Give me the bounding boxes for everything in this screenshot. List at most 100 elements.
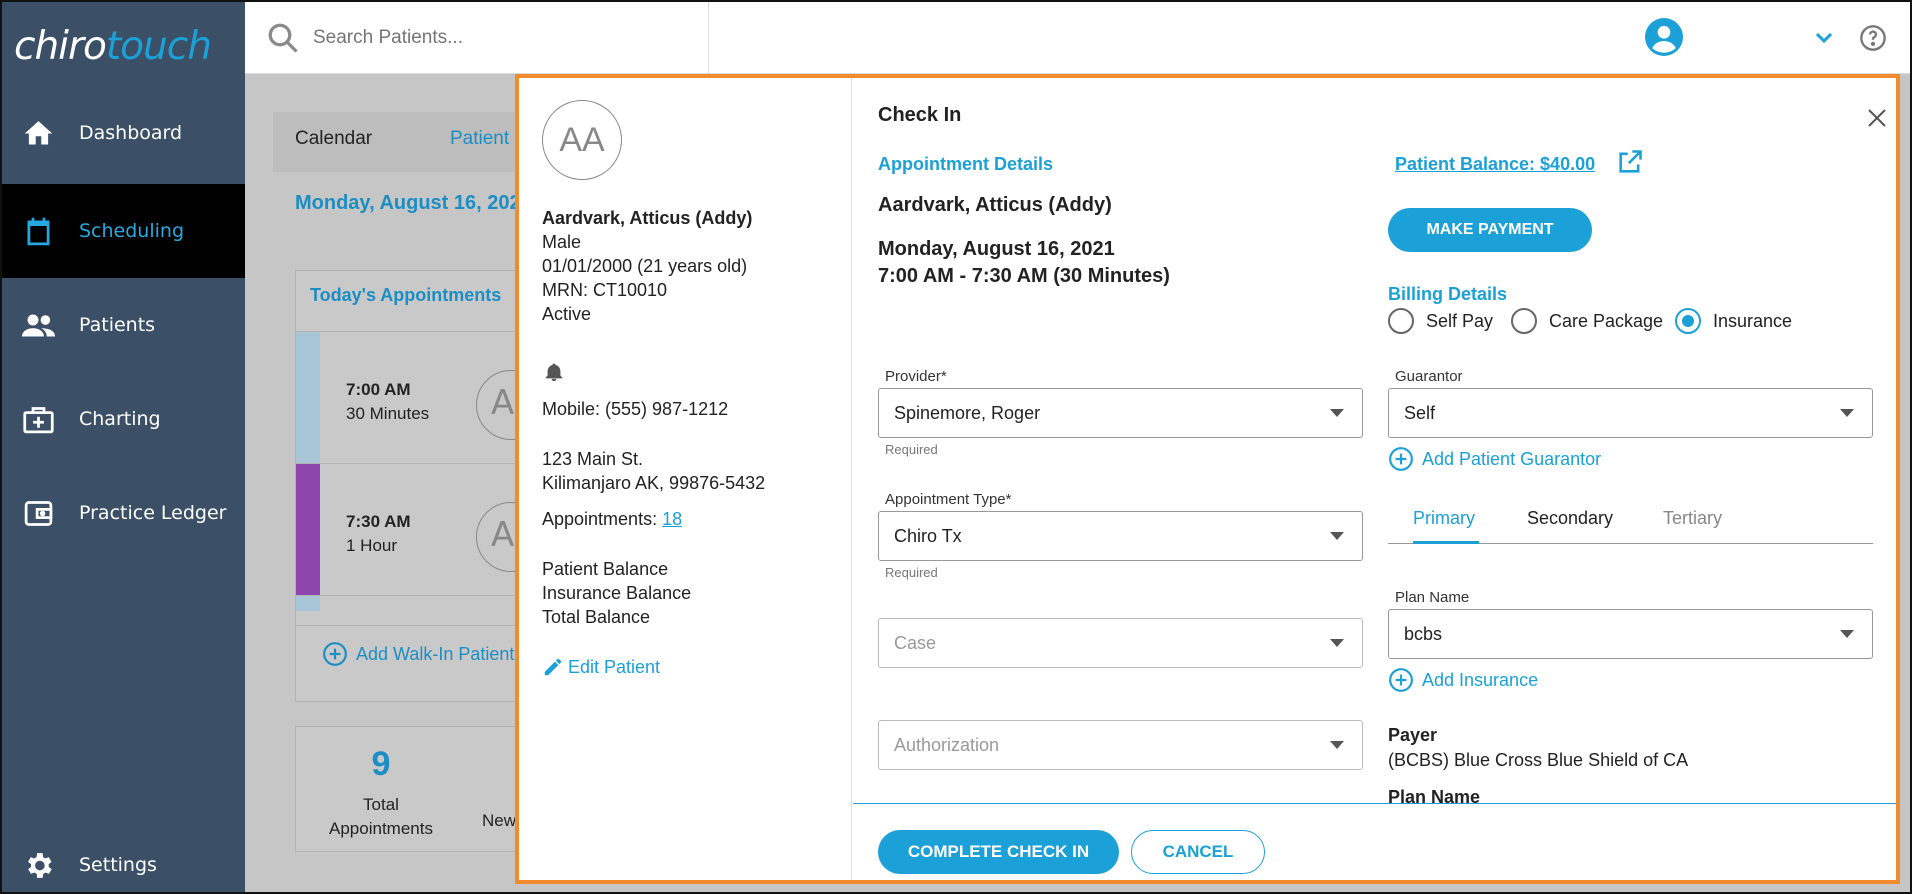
user-avatar-icon[interactable] — [1645, 18, 1683, 56]
plan-name-heading: Plan Name — [1388, 787, 1481, 803]
slot-color-bar — [296, 332, 320, 463]
sidebar-item-label: Practice Ledger — [79, 502, 227, 524]
add-insurance-link[interactable]: Add Insurance — [1388, 667, 1538, 693]
insurance-balance-label: Insurance Balance — [542, 583, 692, 603]
chirotouch-logo[interactable]: chirotouch — [14, 24, 234, 74]
caret-down-icon — [1330, 741, 1344, 749]
radio-circle — [1511, 308, 1537, 334]
tab-primary[interactable]: Primary — [1413, 508, 1475, 529]
patient-dob: 01/01/2000 (21 years old) — [542, 256, 748, 276]
edit-patient-link[interactable]: Edit Patient — [542, 656, 660, 678]
add-walkin-patient-link[interactable]: Add Walk-In Patient — [322, 641, 514, 667]
sidebar-item-patients[interactable]: Patients — [2, 278, 245, 372]
caret-down-icon — [1840, 630, 1854, 638]
help-icon[interactable] — [1859, 24, 1887, 52]
sidebar-item-dashboard[interactable]: Dashboard — [2, 86, 245, 180]
appointment-slot-partial — [296, 595, 536, 611]
tab-secondary[interactable]: Secondary — [1527, 508, 1613, 529]
sidebar-item-scheduling[interactable]: Scheduling — [2, 184, 245, 278]
appointment-slot[interactable]: 7:30 AM 1 Hour AA — [296, 463, 546, 595]
plus-circle-icon — [1389, 447, 1413, 471]
external-link-icon[interactable] — [1616, 148, 1644, 176]
appointment-type-select[interactable]: Chiro Tx — [878, 511, 1363, 561]
bell-icon[interactable] — [543, 360, 565, 384]
patient-summary: AA Aardvark, Atticus (Addy) Male 01/01/2… — [519, 78, 852, 880]
home-icon — [24, 120, 53, 144]
provider-select[interactable]: Spinemore, Roger — [878, 388, 1363, 438]
plan-name-select[interactable]: bcbs — [1388, 609, 1873, 659]
tab-calendar[interactable]: Calendar — [295, 128, 372, 150]
total-label-line-1: Total — [363, 795, 399, 814]
authorization-select[interactable]: Authorization — [878, 720, 1363, 770]
insurance-tabs: Primary Secondary Tertiary — [1388, 498, 1873, 544]
medical-bag-icon — [23, 406, 54, 433]
radio-label: Care Package — [1549, 310, 1664, 331]
patient-balance-link[interactable]: Patient Balance: $40.00 — [1395, 154, 1595, 175]
sidebar-item-label: Patients — [79, 314, 156, 336]
patient-name: Aardvark, Atticus (Addy) — [542, 208, 753, 228]
tab-tertiary[interactable]: Tertiary — [1663, 508, 1722, 529]
total-appointments-card: 9 Total Appointments New — [295, 726, 535, 852]
payer-value: (BCBS) Blue Cross Blue Shield of CA — [1388, 750, 1689, 770]
payer-heading: Payer — [1388, 725, 1438, 745]
slot-duration: 1 Hour — [346, 536, 398, 555]
appointment-type-required-hint: Required — [885, 565, 938, 580]
patient-balance-label: Patient Balance — [542, 559, 669, 579]
sidebar-item-settings[interactable]: Settings — [2, 818, 245, 892]
plan-name-label: Plan Name — [1395, 589, 1470, 606]
radio-insurance[interactable]: Insurance — [1675, 308, 1792, 334]
search-icon — [268, 23, 298, 53]
plus-circle-icon — [323, 642, 347, 666]
total-balance-label: Total Balance — [542, 607, 651, 627]
patient-appointments: Appointments: 18 — [542, 507, 682, 531]
sidebar: chirotouch Dashboard Scheduling Patients… — [2, 2, 245, 892]
slot-duration: 30 Minutes — [346, 404, 430, 423]
todays-appointments-card: Today's Appointments 7:00 AM 30 Minutes … — [295, 270, 546, 702]
radio-self-pay[interactable]: Self Pay — [1388, 308, 1493, 334]
caret-down-icon — [1330, 409, 1344, 417]
radio-care-package[interactable]: Care Package — [1511, 308, 1663, 334]
appointments-count-link[interactable]: 18 — [662, 509, 682, 529]
close-icon[interactable] — [1865, 106, 1889, 130]
patient-mobile: Mobile: (555) 987-1212 — [542, 399, 729, 419]
sidebar-item-label: Settings — [79, 854, 157, 876]
wallet-icon — [24, 500, 53, 526]
guarantor-label: Guarantor — [1395, 368, 1463, 385]
logo-part-2: touch — [105, 24, 212, 69]
app-window: chirotouch Dashboard Scheduling Patients… — [0, 0, 1912, 894]
total-label-line-2: Appointments — [329, 819, 433, 838]
sidebar-item-label: Scheduling — [79, 220, 185, 242]
sidebar-item-charting[interactable]: Charting — [2, 372, 245, 466]
patient-avatar: AA — [542, 100, 622, 180]
complete-check-in-button[interactable]: COMPLETE CHECK IN — [878, 830, 1119, 874]
people-icon — [22, 314, 55, 336]
active-tab-indicator — [1413, 541, 1479, 544]
panel-scrollbar[interactable] — [1899, 168, 1900, 788]
check-in-form: Check In Appointment Details Aardvark, A… — [853, 78, 1896, 880]
provider-value: Spinemore, Roger — [894, 402, 1041, 423]
total-appointments-count: 9 — [371, 745, 391, 783]
case-select[interactable]: Case — [878, 618, 1363, 668]
chevron-down-icon[interactable] — [1812, 26, 1836, 50]
new-label: New — [482, 811, 517, 830]
search-input[interactable] — [313, 27, 693, 49]
footer-divider — [853, 803, 1896, 804]
check-in-title: Check In — [878, 104, 962, 126]
tab-patient[interactable]: Patient — [450, 128, 509, 150]
billing-details-heading: Billing Details — [1388, 284, 1508, 304]
patient-address-line-1: 123 Main St. — [542, 449, 644, 469]
total-appointments-label: Total Appointments — [296, 793, 466, 841]
appointment-date: Monday, August 16, 2021 — [878, 238, 1115, 260]
appointment-type-value: Chiro Tx — [894, 525, 962, 546]
radio-circle-selected — [1675, 308, 1701, 334]
sidebar-item-label: Dashboard — [79, 122, 183, 144]
cancel-button[interactable]: CANCEL — [1131, 830, 1265, 874]
guarantor-select[interactable]: Self — [1388, 388, 1873, 438]
add-guarantor-label: Add Patient Guarantor — [1422, 448, 1602, 469]
appointment-slot[interactable]: 7:00 AM 30 Minutes AA — [296, 331, 546, 463]
caret-down-icon — [1330, 639, 1344, 647]
sidebar-item-practice-ledger[interactable]: Practice Ledger — [2, 466, 245, 560]
add-walkin-label: Add Walk-In Patient — [356, 643, 515, 664]
add-patient-guarantor-link[interactable]: Add Patient Guarantor — [1388, 446, 1601, 472]
make-payment-button[interactable]: MAKE PAYMENT — [1388, 208, 1592, 252]
